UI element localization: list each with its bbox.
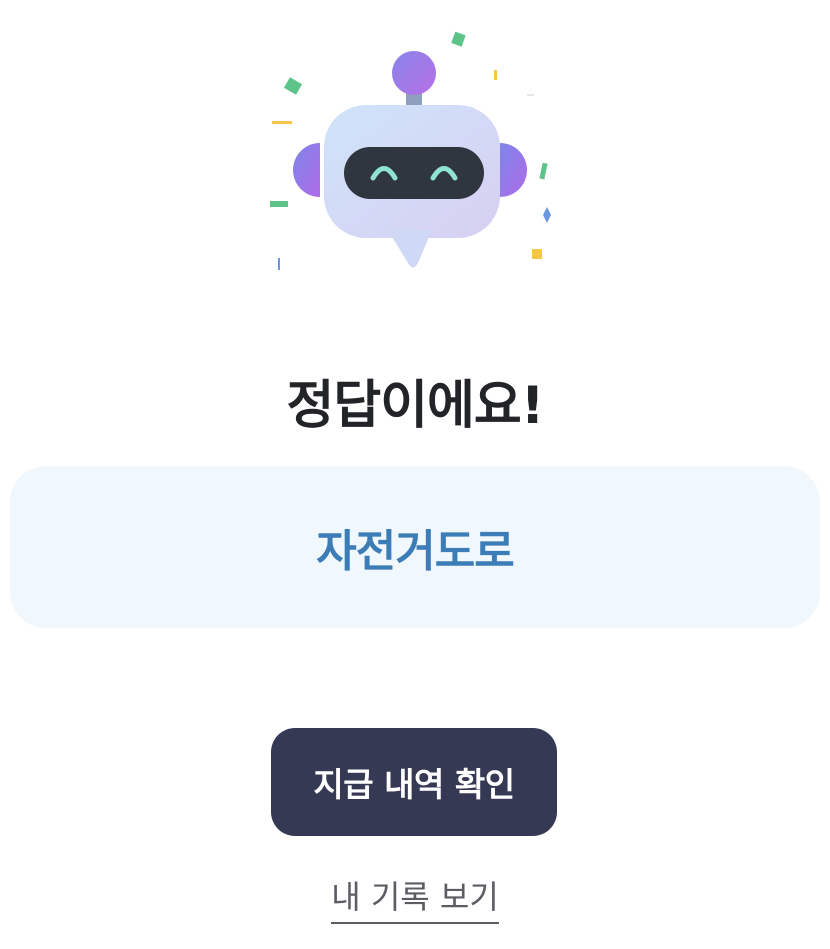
answer-text: 자전거도로 — [316, 526, 514, 577]
quiz-result-screen: 정답이에요! 자전거도로 지급 내역 확인 내 기록 보기 — [0, 0, 830, 949]
my-records-link[interactable]: 내 기록 보기 — [331, 872, 499, 924]
my-records-link-container: 내 기록 보기 — [0, 872, 830, 924]
payment-history-button[interactable]: 지급 내역 확인 — [271, 728, 557, 836]
robot-mascot-icon — [270, 31, 551, 270]
result-headline: 정답이에요! — [286, 376, 545, 436]
answer-card: 자전거도로 — [10, 466, 820, 628]
